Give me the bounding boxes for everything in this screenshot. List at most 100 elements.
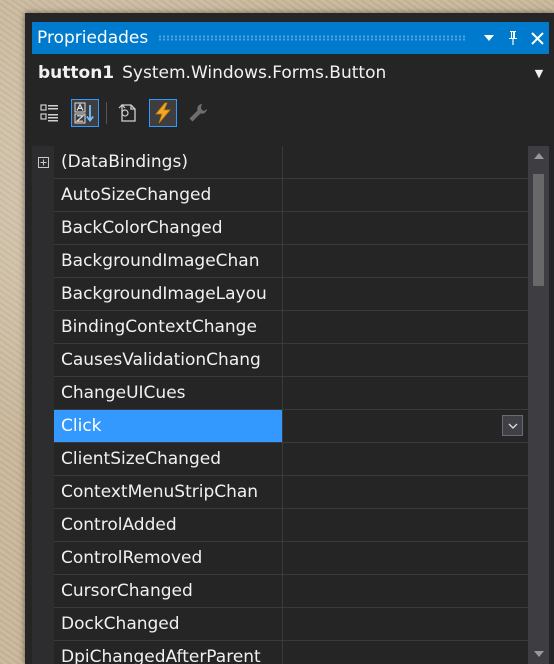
property-rows: (DataBindings) AutoSizeChanged BackColorCh… bbox=[32, 146, 528, 664]
wrench-icon bbox=[189, 104, 207, 122]
property-row[interactable]: DockChanged bbox=[32, 608, 528, 641]
scroll-thumb[interactable] bbox=[533, 174, 544, 286]
scroll-down-icon bbox=[533, 651, 544, 657]
property-value[interactable] bbox=[283, 344, 528, 377]
property-value[interactable] bbox=[283, 575, 528, 608]
categorized-button[interactable] bbox=[36, 99, 64, 127]
events-button[interactable] bbox=[149, 99, 177, 127]
row-gutter-cell bbox=[32, 278, 54, 311]
property-row[interactable]: ControlRemoved bbox=[32, 542, 528, 575]
property-name[interactable]: CausesValidationChang bbox=[54, 344, 283, 377]
dropdown-arrow-icon bbox=[484, 35, 494, 41]
row-gutter-cell bbox=[32, 542, 54, 575]
property-value[interactable] bbox=[283, 476, 528, 509]
row-gutter-cell bbox=[32, 641, 54, 664]
close-button[interactable] bbox=[525, 24, 549, 52]
property-value[interactable] bbox=[283, 146, 528, 179]
property-name[interactable]: AutoSizeChanged bbox=[54, 179, 283, 212]
expand-button[interactable] bbox=[32, 146, 54, 179]
property-value[interactable] bbox=[283, 443, 528, 476]
property-grid: (DataBindings) AutoSizeChanged BackColorCh… bbox=[32, 146, 549, 664]
alphabetical-icon bbox=[74, 102, 94, 124]
row-gutter-cell bbox=[32, 245, 54, 278]
row-gutter-cell bbox=[32, 443, 54, 476]
property-value[interactable] bbox=[283, 245, 528, 278]
scroll-up-button[interactable] bbox=[528, 146, 549, 166]
row-gutter-cell bbox=[32, 179, 54, 212]
property-name[interactable]: Click bbox=[54, 410, 283, 443]
property-value[interactable] bbox=[283, 641, 528, 664]
property-name[interactable]: BackgroundImageLayou bbox=[54, 278, 283, 311]
property-row[interactable]: ChangeUICues bbox=[32, 377, 528, 410]
scroll-down-button[interactable] bbox=[528, 644, 549, 664]
toolbar-separator bbox=[106, 102, 107, 124]
scroll-up-icon bbox=[533, 153, 544, 159]
title-grip[interactable] bbox=[158, 35, 467, 41]
close-icon bbox=[530, 31, 544, 45]
property-row[interactable]: BindingContextChange bbox=[32, 311, 528, 344]
property-row[interactable]: ControlAdded bbox=[32, 509, 528, 542]
window-title: Propriedades bbox=[37, 28, 149, 48]
property-value[interactable] bbox=[283, 311, 528, 344]
vertical-scrollbar[interactable] bbox=[528, 146, 549, 664]
property-row-selected[interactable]: Click bbox=[32, 410, 528, 443]
plus-box-icon bbox=[37, 157, 49, 168]
property-value[interactable] bbox=[283, 377, 528, 410]
property-name[interactable]: ControlRemoved bbox=[54, 542, 283, 575]
property-value[interactable] bbox=[283, 212, 528, 245]
row-gutter-cell bbox=[32, 311, 54, 344]
value-dropdown-button[interactable] bbox=[502, 415, 523, 436]
property-value[interactable] bbox=[283, 179, 528, 212]
property-value[interactable] bbox=[283, 608, 528, 641]
property-value[interactable] bbox=[283, 509, 528, 542]
property-pages-button[interactable] bbox=[184, 99, 212, 127]
property-name[interactable]: CursorChanged bbox=[54, 575, 283, 608]
object-name: button1 bbox=[38, 63, 115, 83]
properties-icon bbox=[118, 104, 136, 122]
property-name[interactable]: ChangeUICues bbox=[54, 377, 283, 410]
pin-button[interactable] bbox=[501, 24, 525, 52]
window-dropdown-button[interactable] bbox=[477, 24, 501, 52]
property-row[interactable]: BackgroundImageChan bbox=[32, 245, 528, 278]
property-name[interactable]: DockChanged bbox=[54, 608, 283, 641]
object-selector-dropdown-icon[interactable]: ▼ bbox=[529, 67, 549, 80]
property-row[interactable]: BackColorChanged bbox=[32, 212, 528, 245]
properties-button[interactable] bbox=[114, 99, 142, 127]
property-name[interactable]: ControlAdded bbox=[54, 509, 283, 542]
property-name[interactable]: BackgroundImageChan bbox=[54, 245, 283, 278]
row-gutter-cell bbox=[32, 476, 54, 509]
property-name[interactable]: ClientSizeChanged bbox=[54, 443, 283, 476]
chevron-down-icon bbox=[508, 423, 517, 429]
property-row[interactable]: CursorChanged bbox=[32, 575, 528, 608]
property-value[interactable] bbox=[283, 278, 528, 311]
object-selector[interactable]: button1 System.Windows.Forms.Button ▼ bbox=[32, 58, 549, 88]
row-gutter-cell bbox=[32, 410, 54, 443]
pin-icon bbox=[509, 31, 517, 45]
property-name[interactable]: (DataBindings) bbox=[54, 146, 283, 179]
property-row[interactable]: ClientSizeChanged bbox=[32, 443, 528, 476]
property-row[interactable]: BackgroundImageLayou bbox=[32, 278, 528, 311]
property-row[interactable]: CausesValidationChang bbox=[32, 344, 528, 377]
property-row[interactable]: (DataBindings) bbox=[32, 146, 528, 179]
property-row[interactable]: ContextMenuStripChan bbox=[32, 476, 528, 509]
row-gutter-cell bbox=[32, 377, 54, 410]
properties-window: Propriedades button1 System.Windows.Form… bbox=[25, 13, 554, 664]
property-row[interactable]: DpiChangedAfterParent bbox=[32, 641, 528, 664]
property-name[interactable]: ContextMenuStripChan bbox=[54, 476, 283, 509]
property-name[interactable]: BackColorChanged bbox=[54, 212, 283, 245]
property-value[interactable] bbox=[283, 410, 528, 443]
categorized-icon bbox=[40, 104, 58, 122]
alphabetical-button[interactable] bbox=[71, 99, 99, 127]
row-gutter-cell bbox=[32, 212, 54, 245]
property-row[interactable]: AutoSizeChanged bbox=[32, 179, 528, 212]
property-name[interactable]: BindingContextChange bbox=[54, 311, 283, 344]
row-gutter-cell bbox=[32, 509, 54, 542]
events-icon bbox=[155, 102, 171, 124]
title-bar[interactable]: Propriedades bbox=[32, 22, 549, 54]
row-gutter-cell bbox=[32, 608, 54, 641]
row-gutter-cell bbox=[32, 344, 54, 377]
property-value[interactable] bbox=[283, 542, 528, 575]
row-gutter-cell bbox=[32, 575, 54, 608]
property-name[interactable]: DpiChangedAfterParent bbox=[54, 641, 283, 664]
properties-toolbar bbox=[32, 93, 549, 133]
